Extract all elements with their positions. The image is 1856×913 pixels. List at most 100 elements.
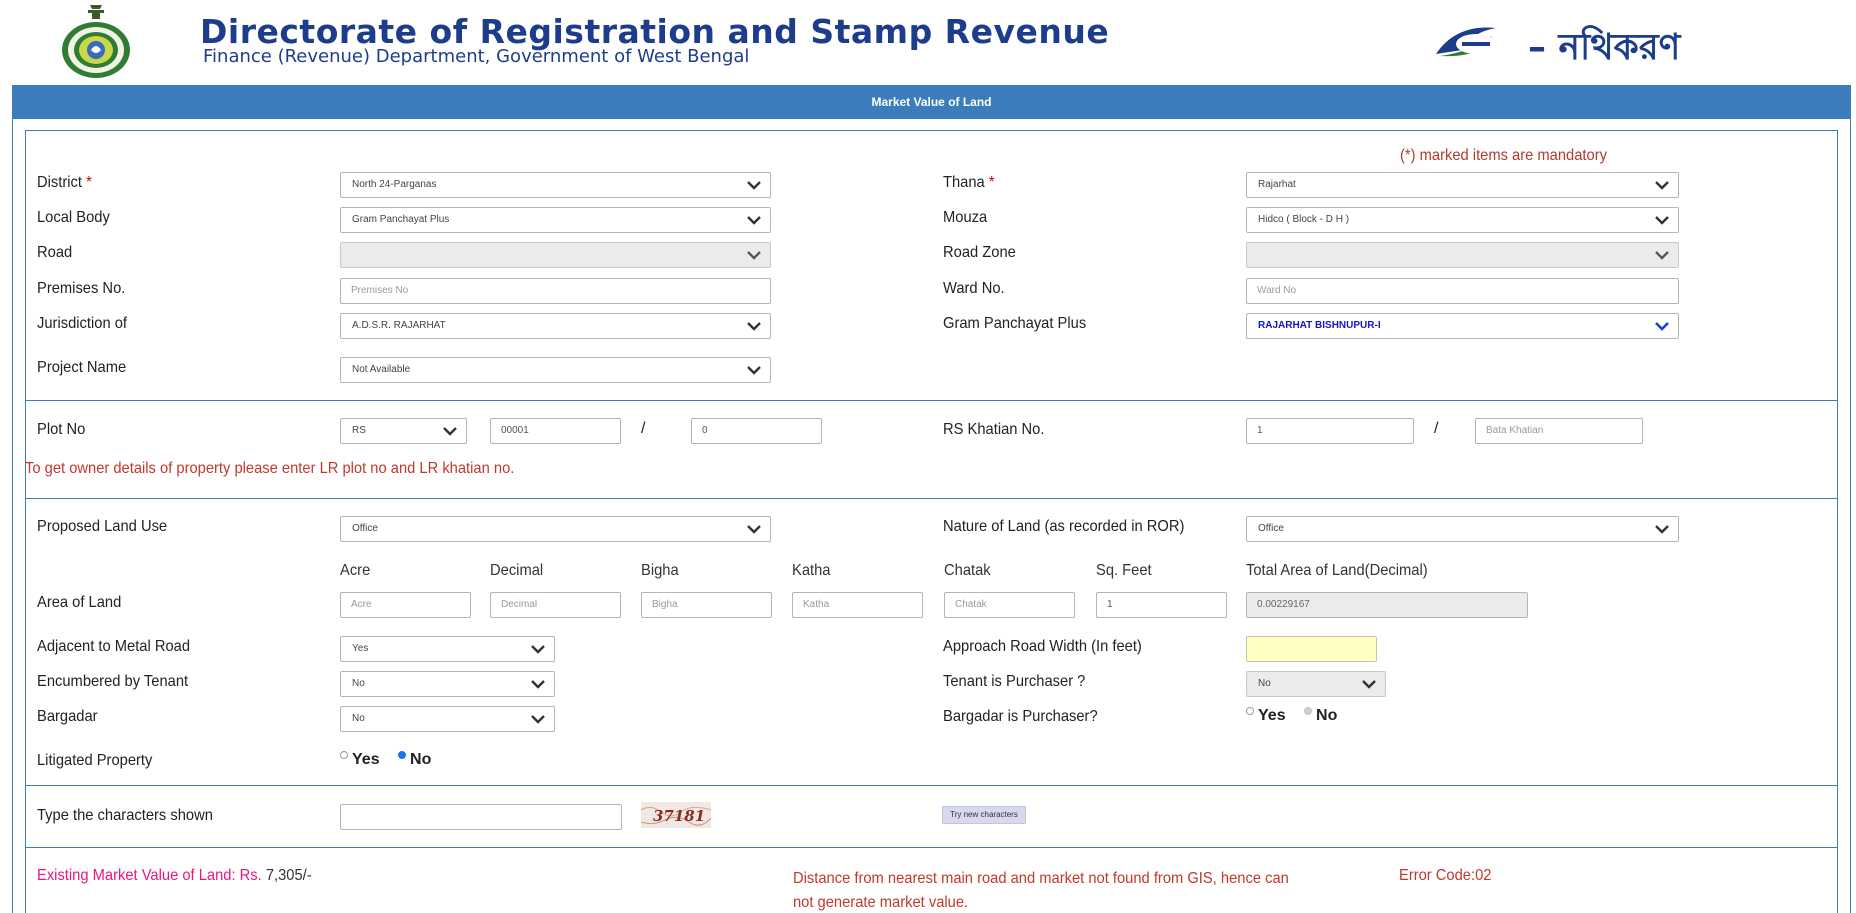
chevron-down-icon — [747, 322, 761, 331]
proposed-land-use-select[interactable]: Office — [340, 516, 771, 542]
nothikaran-logo-text: – নথিকরণ — [1528, 27, 1681, 68]
required-mark: * — [988, 174, 995, 191]
nothikaran-logo: – নথিকরণ — [1430, 18, 1760, 70]
chevron-down-icon — [747, 181, 761, 190]
svg-text:37181: 37181 — [653, 807, 705, 825]
district-select[interactable]: North 24-Parganas — [340, 172, 771, 198]
encumbered-by-tenant-select[interactable]: No — [340, 671, 555, 697]
road-zone-select[interactable] — [1246, 242, 1679, 268]
litigated-property-label: Litigated Property — [37, 752, 153, 769]
bigha-input[interactable]: Bigha — [641, 592, 772, 618]
error-code: Error Code:02 — [1399, 867, 1492, 884]
area-header-sq-feet: Sq. Feet — [1096, 562, 1152, 579]
litigated-no-option[interactable]: No — [398, 751, 431, 768]
adjacent-metal-road-select[interactable]: Yes — [340, 636, 555, 662]
chevron-down-icon — [1655, 181, 1669, 190]
bargadar-is-purchaser-radios: Yes No — [1246, 707, 1351, 725]
tenant-is-purchaser-select[interactable]: No — [1246, 671, 1386, 697]
proposed-land-use-label: Proposed Land Use — [37, 518, 168, 535]
road-select[interactable] — [340, 242, 771, 268]
bargadar-purchaser-no-option[interactable]: No — [1304, 707, 1337, 724]
chevron-down-icon — [1655, 525, 1669, 534]
chevron-down-icon — [1655, 251, 1669, 260]
captcha-image: 37181 — [641, 802, 711, 828]
plot-sub-number-input[interactable]: 0 — [691, 418, 822, 444]
chevron-down-icon — [747, 525, 761, 534]
existing-market-value-amount: 7,305/- — [265, 867, 312, 884]
plot-type-select[interactable]: RS — [340, 418, 467, 444]
area-header-decimal: Decimal — [490, 562, 544, 579]
existing-market-value-label: Existing Market Value of Land: Rs. — [37, 867, 262, 884]
radio-unchecked-icon — [1246, 707, 1254, 715]
chevron-down-icon — [747, 216, 761, 225]
district-label: District * — [37, 174, 92, 191]
sq-feet-input[interactable]: 1 — [1096, 592, 1227, 618]
page-subtitle: Finance (Revenue) Department, Government… — [203, 46, 750, 67]
mandatory-note: (*) marked items are mandatory — [1400, 147, 1607, 164]
area-header-katha: Katha — [792, 562, 831, 579]
area-header-acre: Acre — [340, 562, 371, 579]
chevron-down-icon — [1655, 216, 1669, 225]
captcha-noise-icon: 37181 — [641, 806, 711, 826]
nature-of-land-label: Nature of Land (as recorded in ROR) — [943, 518, 1185, 535]
thana-label: Thana * — [943, 174, 995, 191]
local-body-label: Local Body — [37, 209, 110, 226]
ward-no-input[interactable]: Ward No — [1246, 278, 1679, 304]
local-body-select[interactable]: Gram Panchayat Plus — [340, 207, 771, 233]
plot-separator: / — [641, 420, 646, 437]
nothikaran-emblem-icon — [1436, 27, 1496, 57]
west-bengal-seal-icon — [62, 5, 130, 78]
plot-no-label: Plot No — [37, 421, 86, 438]
road-label: Road — [37, 244, 73, 261]
bargadar-label: Bargadar — [37, 708, 98, 725]
area-header-bigha: Bigha — [641, 562, 679, 579]
chevron-down-icon — [747, 251, 761, 260]
approach-road-width-input[interactable] — [1246, 636, 1377, 662]
mouza-label: Mouza — [943, 209, 988, 226]
premises-no-input[interactable]: Premises No — [340, 278, 771, 304]
mouza-select[interactable]: Hidco ( Block - D H ) — [1246, 207, 1679, 233]
premises-no-label: Premises No. — [37, 280, 126, 297]
plot-panel — [25, 400, 1838, 498]
bargadar-is-purchaser-label: Bargadar is Purchaser? — [943, 708, 1098, 725]
rs-khatian-label: RS Khatian No. — [943, 421, 1045, 438]
bargadar-purchaser-yes-option[interactable]: Yes — [1246, 707, 1286, 724]
khatian-separator: / — [1434, 420, 1439, 437]
gram-panchayat-label: Gram Panchayat Plus — [943, 315, 1087, 332]
jurisdiction-select[interactable]: A.D.S.R. RAJARHAT — [340, 313, 771, 339]
area-header-chatak: Chatak — [944, 562, 991, 579]
radio-checked-icon — [398, 751, 407, 759]
nature-of-land-select[interactable]: Office — [1246, 516, 1679, 542]
chevron-down-icon — [1655, 322, 1669, 331]
captcha-input[interactable] — [340, 804, 622, 830]
rs-khatian-input[interactable]: 1 — [1246, 418, 1414, 444]
encumbered-by-tenant-label: Encumbered by Tenant — [37, 673, 189, 690]
decimal-input[interactable]: Decimal — [490, 592, 621, 618]
gis-error-message: Distance from nearest main road and mark… — [793, 870, 1289, 911]
owner-details-note: To get owner details of property please … — [25, 460, 515, 477]
bata-khatian-input[interactable]: Bata Khatian — [1475, 418, 1643, 444]
chevron-down-icon — [1362, 680, 1376, 689]
project-name-select[interactable]: Not Available — [340, 357, 771, 383]
katha-input[interactable]: Katha — [792, 592, 923, 618]
chevron-down-icon — [531, 645, 545, 654]
page-header: Directorate of Registration and Stamp Re… — [0, 0, 1856, 84]
chevron-down-icon — [747, 366, 761, 375]
litigated-yes-option[interactable]: Yes — [340, 751, 380, 768]
adjacent-metal-road-label: Adjacent to Metal Road — [37, 638, 191, 655]
road-zone-label: Road Zone — [943, 244, 1016, 261]
gram-panchayat-select[interactable]: RAJARHAT BISHNUPUR-I — [1246, 313, 1679, 339]
tenant-is-purchaser-label: Tenant is Purchaser ? — [943, 673, 1086, 690]
chatak-input[interactable]: Chatak — [944, 592, 1075, 618]
project-name-label: Project Name — [37, 359, 127, 376]
captcha-panel — [25, 785, 1838, 847]
thana-select[interactable]: Rajarhat — [1246, 172, 1679, 198]
approach-road-width-label: Approach Road Width (In feet) — [943, 638, 1142, 655]
total-area-input: 0.00229167 — [1246, 592, 1528, 618]
try-new-characters-button[interactable]: Try new characters — [942, 806, 1026, 824]
acre-input[interactable]: Acre — [340, 592, 471, 618]
chevron-down-icon — [531, 715, 545, 724]
required-mark: * — [86, 174, 92, 191]
bargadar-select[interactable]: No — [340, 706, 555, 732]
plot-number-input[interactable]: 00001 — [490, 418, 621, 444]
